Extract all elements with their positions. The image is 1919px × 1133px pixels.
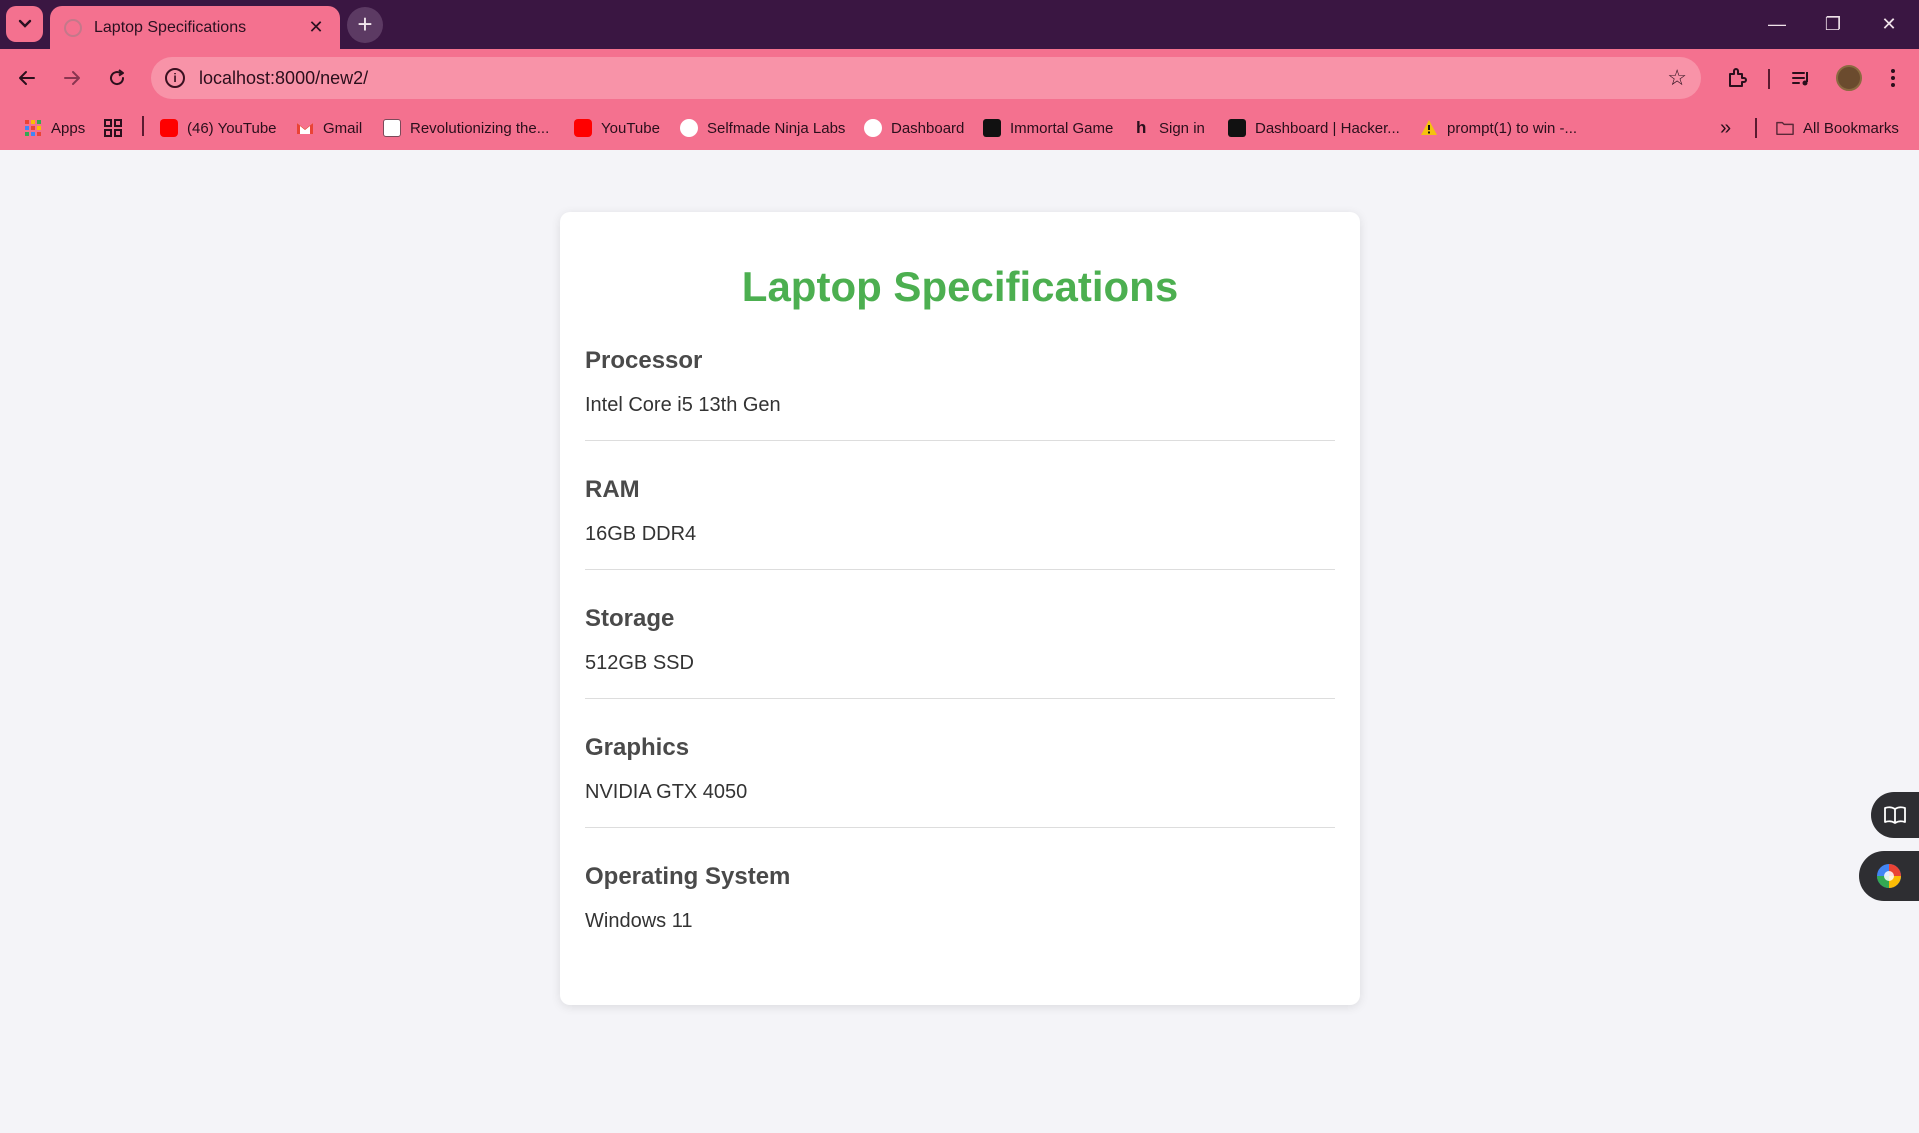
spec-label: Storage (585, 605, 675, 632)
assistant-button[interactable] (1859, 851, 1919, 901)
browser-toolbar: i localhost:8000/new2/ ☆ (0, 49, 1919, 107)
bookmark-label: Revolutionizing the... (410, 119, 550, 137)
restore-button[interactable]: ❐ (1811, 8, 1855, 40)
ninja-icon (680, 119, 698, 137)
specs-card: Laptop Specifications Processor Intel Co… (560, 212, 1360, 1005)
extensions-icon[interactable] (1720, 61, 1754, 95)
profile-avatar[interactable] (1836, 65, 1862, 91)
bookmark-label: Selfmade Ninja Labs (707, 119, 846, 137)
toolbar-divider (1768, 69, 1770, 89)
bookmark-label: Gmail (323, 119, 363, 137)
bookmark-youtube-46[interactable]: (46) YouTube (160, 116, 277, 140)
warning-icon (1421, 120, 1437, 135)
colorful-globe-icon (1877, 864, 1901, 888)
globe-icon (64, 18, 82, 37)
spec-processor: Processor Intel Core i5 13th Gen (585, 312, 1335, 441)
hackerrank-icon (1228, 119, 1246, 137)
bookmark-star-icon[interactable]: ☆ (1667, 65, 1687, 91)
bookmark-dashboard[interactable]: Dashboard (864, 116, 964, 140)
browser-tab-strip: Laptop Specifications ✕ + — ❐ ✕ (0, 0, 1919, 49)
tab-title: Laptop Specifications (94, 18, 247, 36)
bookmark-apps[interactable]: Apps (24, 116, 85, 140)
url-text: localhost:8000/new2/ (199, 67, 369, 88)
bookmark-label: Dashboard | Hacker... (1255, 119, 1400, 137)
site-info-icon[interactable]: i (165, 68, 185, 88)
spec-value: Windows 11 (585, 910, 693, 932)
bookmark-label: (46) YouTube (187, 119, 277, 137)
forward-button[interactable] (54, 60, 90, 96)
tab-groups-button[interactable] (103, 116, 123, 140)
youtube-icon (160, 119, 178, 137)
media-control-icon[interactable] (1784, 61, 1818, 95)
spec-value: NVIDIA GTX 4050 (585, 781, 748, 803)
minimize-button[interactable]: — (1755, 8, 1799, 40)
all-bookmarks-button[interactable]: All Bookmarks (1776, 116, 1899, 140)
bookmark-revolutionizing[interactable]: Revolutionizing the... (383, 116, 549, 140)
address-bar[interactable]: i localhost:8000/new2/ ☆ (151, 57, 1701, 99)
spec-label: RAM (585, 476, 640, 503)
bookmark-label: prompt(1) to win -... (1447, 119, 1578, 137)
youtube-icon (574, 119, 592, 137)
bookmark-label: Sign in (1159, 119, 1205, 137)
news-icon (383, 119, 401, 137)
tab-search-button[interactable] (6, 6, 43, 42)
arrow-left-icon (19, 71, 35, 85)
spec-value: 512GB SSD (585, 652, 694, 674)
spec-value: 16GB DDR4 (585, 523, 697, 545)
bookmark-hackerrank-dashboard[interactable]: Dashboard | Hacker... (1228, 116, 1400, 140)
hashnode-h-icon: h (1136, 118, 1147, 137)
spec-ram: RAM 16GB DDR4 (585, 441, 1335, 570)
grid-icon (104, 119, 122, 137)
close-icon[interactable]: ✕ (306, 17, 326, 38)
reading-mode-button[interactable] (1871, 792, 1919, 838)
open-book-icon (1884, 806, 1906, 824)
spec-label: Graphics (585, 734, 690, 761)
bookmark-gmail[interactable]: Gmail (296, 116, 362, 140)
bookmark-youtube[interactable]: YouTube (574, 116, 660, 140)
bookmark-selfmade-ninja-labs[interactable]: Selfmade Ninja Labs (680, 116, 845, 140)
bookmark-divider (1755, 118, 1757, 138)
folder-icon (1776, 121, 1794, 136)
bookmark-label: Dashboard (891, 119, 965, 137)
new-tab-button[interactable]: + (347, 7, 383, 43)
bookmark-prompt-to-win[interactable]: prompt(1) to win -... (1420, 116, 1577, 140)
bookmarks-bar: Apps (46) YouTube Gmail Revolutionizing … (0, 107, 1919, 150)
chevron-down-icon (18, 19, 31, 28)
close-window-button[interactable]: ✕ (1867, 8, 1911, 40)
chess-icon (983, 119, 1001, 137)
spec-value: Intel Core i5 13th Gen (585, 394, 781, 416)
arrow-right-icon (64, 71, 80, 85)
active-tab[interactable]: Laptop Specifications ✕ (50, 6, 340, 49)
bookmark-sign-in[interactable]: h Sign in (1136, 116, 1205, 140)
back-button[interactable] (9, 60, 45, 96)
reload-button[interactable] (99, 60, 135, 96)
gmail-icon (297, 123, 313, 134)
reload-icon (110, 69, 125, 86)
bookmark-immortal-game[interactable]: Immortal Game (983, 116, 1113, 140)
page-title: Laptop Specifications (741, 263, 1179, 310)
bookmark-divider (142, 116, 144, 136)
bookmark-label: YouTube (601, 119, 660, 137)
bookmark-label: Immortal Game (1010, 119, 1114, 137)
bookmark-label: Apps (51, 119, 86, 137)
spec-operating-system: Operating System Windows 11 (585, 828, 1335, 957)
dashboard-icon (864, 119, 882, 137)
spec-graphics: Graphics NVIDIA GTX 4050 (585, 699, 1335, 828)
spec-storage: Storage 512GB SSD (585, 570, 1335, 699)
spec-label: Processor (585, 347, 703, 374)
kebab-menu-icon[interactable] (1876, 61, 1910, 95)
apps-grid-icon (25, 120, 41, 136)
spec-label: Operating System (585, 863, 791, 890)
more-bookmarks-button[interactable]: » (1720, 116, 1731, 140)
all-bookmarks-label: All Bookmarks (1803, 119, 1899, 137)
